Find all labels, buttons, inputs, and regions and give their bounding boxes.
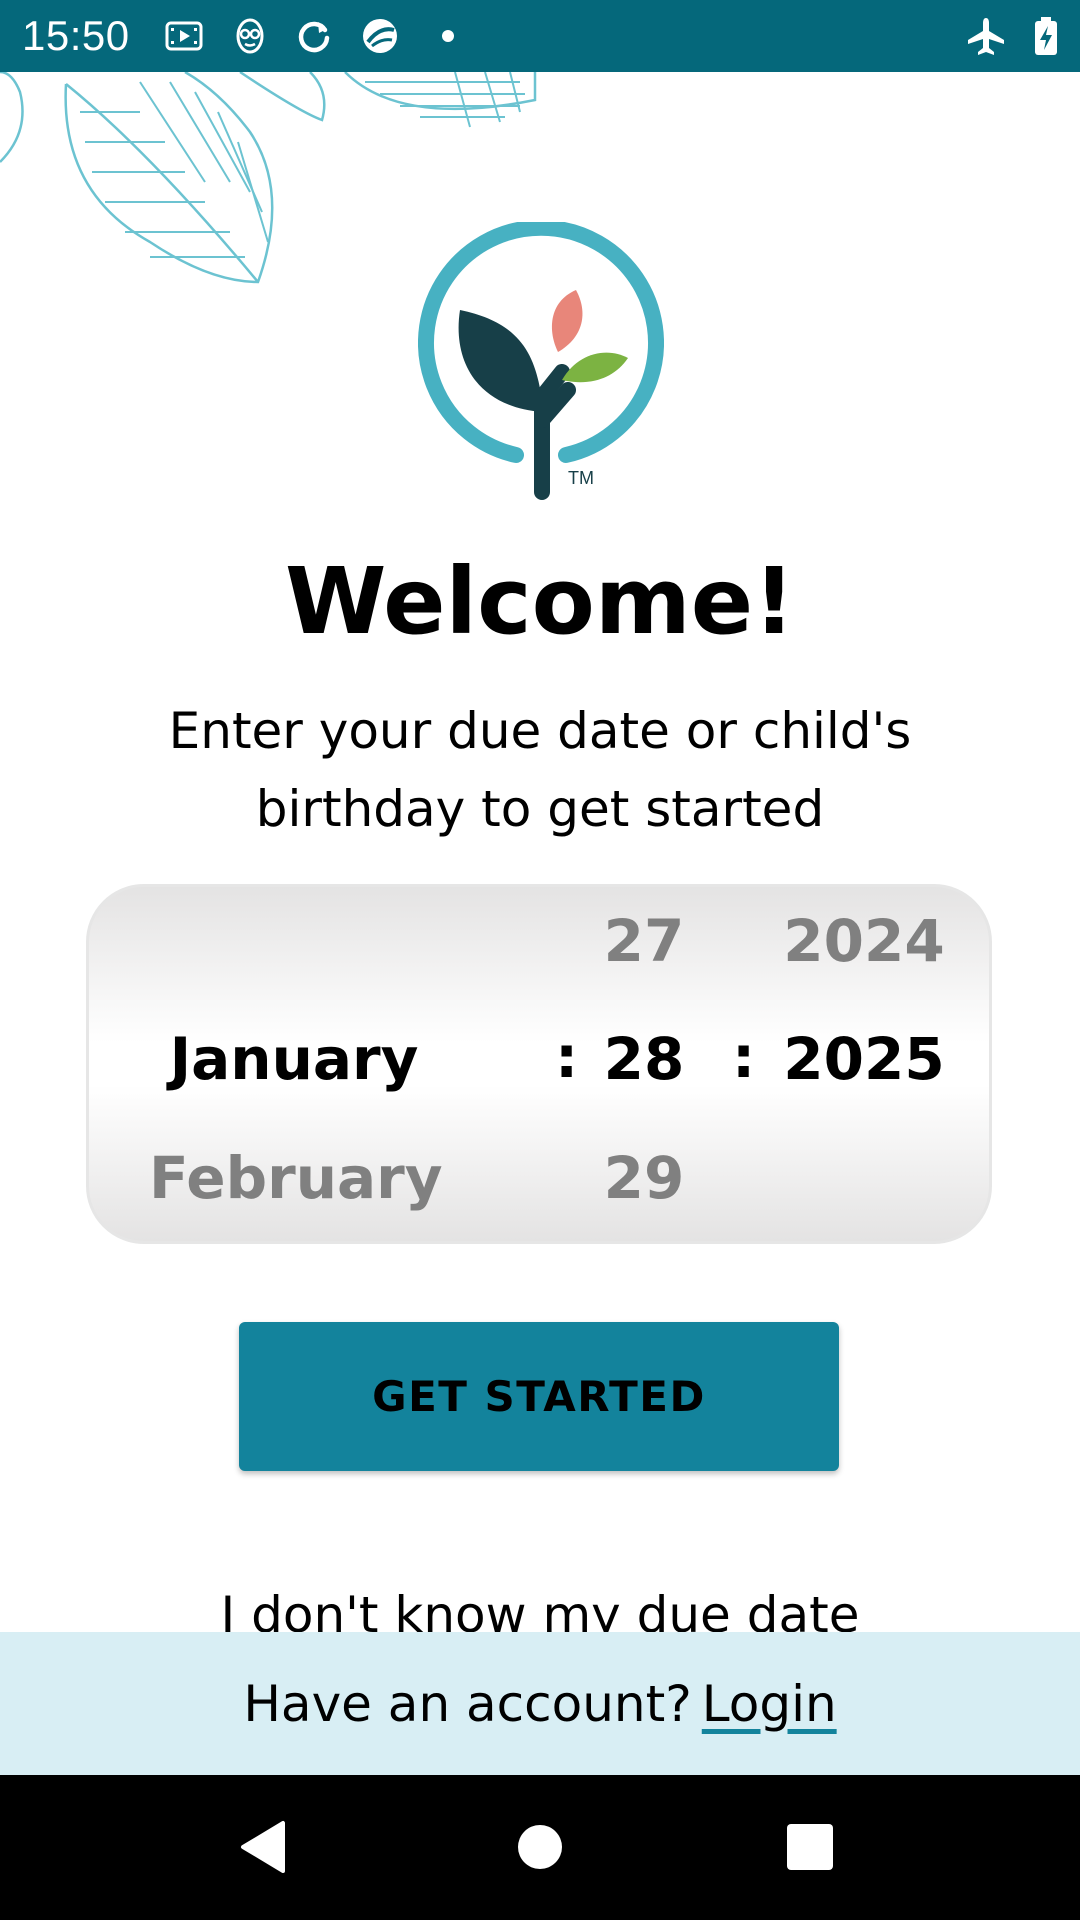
browser-icon <box>360 16 400 56</box>
unknown-due-date-link[interactable]: I don't know my due date <box>0 1580 1080 1632</box>
day-above[interactable]: 27 <box>589 907 699 975</box>
notification-dot-icon <box>428 16 468 56</box>
sync-icon <box>294 16 334 56</box>
recents-icon[interactable] <box>760 1797 860 1897</box>
month-below[interactable]: February <box>149 1144 443 1212</box>
year-selected[interactable]: 2025 <box>779 1025 949 1093</box>
account-prompt: Have an account? <box>243 1674 692 1733</box>
year-above[interactable]: 2024 <box>779 907 949 975</box>
month-selected[interactable]: January <box>149 1025 439 1093</box>
day-selected[interactable]: 28 <box>589 1025 699 1093</box>
day-below[interactable]: 29 <box>589 1144 699 1212</box>
screen-record-icon <box>164 16 204 56</box>
airplane-mode-icon <box>966 16 1006 56</box>
trademark-label: TM <box>568 468 594 488</box>
battery-charging-icon <box>1026 16 1066 56</box>
separator: : <box>555 1023 579 1091</box>
separator: : <box>732 1023 756 1091</box>
login-link[interactable]: Login <box>702 1675 837 1733</box>
page-subtitle: Enter your due date or child's birthday … <box>168 702 912 838</box>
date-picker[interactable]: January February : 27 28 29 : 2024 2025 <box>86 884 992 1244</box>
app-mascot-icon <box>230 16 270 56</box>
home-icon[interactable] <box>490 1797 590 1897</box>
status-time: 15:50 <box>22 12 130 59</box>
navigation-bar <box>0 1775 1080 1920</box>
back-icon[interactable] <box>215 1797 315 1897</box>
app-logo: TM <box>418 219 664 502</box>
get-started-button[interactable]: GET STARTED <box>239 1322 839 1471</box>
page-title: Welcome! <box>284 548 796 655</box>
account-bar: Have an account? Login <box>0 1632 1080 1775</box>
status-bar: 15:50 <box>0 0 1080 72</box>
